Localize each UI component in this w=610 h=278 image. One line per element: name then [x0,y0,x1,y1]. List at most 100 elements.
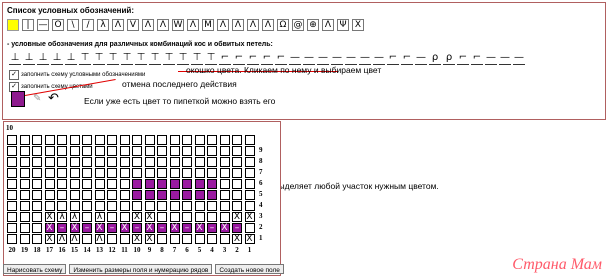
grid-cell[interactable] [207,168,217,178]
color-window[interactable] [11,91,25,107]
grid-cell[interactable] [157,234,167,244]
combo-symbol-button[interactable]: ⊤ [205,52,217,65]
grid-cell[interactable] [244,223,255,233]
grid-cell[interactable]: – [182,223,192,233]
grid-cell[interactable] [44,135,55,145]
grid-cell[interactable] [182,212,192,222]
grid-cell[interactable] [232,190,242,200]
grid-cell[interactable] [232,179,242,189]
combo-symbol-button[interactable]: — [289,52,301,65]
combo-symbol-button[interactable]: ⌐ [471,52,483,65]
grid-cell[interactable] [107,212,117,222]
combo-symbol-button[interactable]: ⊥ [9,52,21,65]
symbol-button[interactable]: Λ [217,19,229,31]
grid-cell[interactable] [169,157,180,167]
combo-symbol-button[interactable]: — [485,52,497,65]
grid-cell[interactable] [132,190,142,200]
combo-symbol-button[interactable]: ⌐ [275,52,287,65]
grid-cell[interactable] [157,190,167,200]
symbol-button[interactable]: — [37,19,49,31]
grid-cell[interactable] [19,223,30,233]
grid-cell[interactable] [94,157,105,167]
grid-cell[interactable] [69,201,80,211]
grid-cell[interactable] [32,212,42,222]
symbol-button[interactable]: Λ [247,19,259,31]
combo-symbol-button[interactable]: ⊥ [23,52,35,65]
grid-cell[interactable] [19,212,30,222]
new-field-button[interactable]: Создать новое поле [215,264,284,274]
symbol-button[interactable]: ⊕ [307,19,319,31]
grid-cell[interactable]: X [169,223,180,233]
grid-cell[interactable]: X [44,223,55,233]
grid-cell[interactable]: – [207,223,217,233]
grid-cell[interactable] [44,146,55,156]
grid-cell[interactable]: X [232,234,242,244]
grid-cell[interactable] [44,201,55,211]
grid-cell[interactable] [69,190,80,200]
grid-cell[interactable] [82,234,92,244]
grid-cell[interactable] [32,135,42,145]
grid-cell[interactable]: – [157,223,167,233]
grid-cell[interactable]: Λ [94,234,105,244]
grid-cell[interactable] [94,179,105,189]
grid-cell[interactable] [157,157,167,167]
grid-cell[interactable] [244,157,255,167]
grid-cell[interactable] [169,135,180,145]
grid-cell[interactable] [169,201,180,211]
grid-cell[interactable]: Λ [69,234,80,244]
grid-cell[interactable]: X [119,223,130,233]
grid-cell[interactable] [194,168,205,178]
grid-cell[interactable] [107,179,117,189]
grid-cell[interactable]: X [69,223,80,233]
grid-cell[interactable] [232,157,242,167]
grid-cell[interactable] [182,135,192,145]
grid-cell[interactable] [194,179,205,189]
grid-cell[interactable] [132,157,142,167]
grid-cell[interactable] [32,179,42,189]
combo-symbol-button[interactable]: ⊤ [121,52,133,65]
symbol-button[interactable]: / [82,19,94,31]
grid-cell[interactable] [182,157,192,167]
combo-symbol-button[interactable]: ⊤ [107,52,119,65]
undo-icon[interactable]: ↶ [48,91,59,106]
grid-cell[interactable] [169,212,180,222]
combo-symbol-button[interactable]: — [317,52,329,65]
grid-cell[interactable]: – [57,223,67,233]
grid-cell[interactable] [32,157,42,167]
grid-cell[interactable] [7,135,17,145]
grid-cell[interactable]: X [132,212,142,222]
grid-cell[interactable] [57,157,67,167]
symbol-button[interactable]: | [22,19,34,31]
grid-cell[interactable] [219,201,230,211]
grid-cell[interactable] [7,190,17,200]
grid-cell[interactable] [119,212,130,222]
grid-cell[interactable] [207,146,217,156]
symbol-button[interactable]: Ψ [337,19,349,31]
grid-cell[interactable] [144,157,155,167]
grid-cell[interactable] [82,146,92,156]
combo-symbol-button[interactable]: ⊤ [177,52,189,65]
grid-cell[interactable] [157,179,167,189]
symbol-button[interactable]: Λ [157,19,169,31]
combo-symbol-button[interactable]: ⌐ [247,52,259,65]
grid-cell[interactable] [157,212,167,222]
symbol-button[interactable]: O [52,19,64,31]
checkbox-box[interactable]: ✓ [9,70,19,80]
symbol-button[interactable]: W [172,19,184,31]
grid-cell[interactable] [169,179,180,189]
grid-cell[interactable] [169,190,180,200]
combo-symbol-button[interactable]: — [499,52,511,65]
grid-cell[interactable] [169,146,180,156]
resize-field-button[interactable]: Изменить размеры поля и нумерацию рядов [69,264,213,274]
symbol-button[interactable]: @ [292,19,304,31]
combo-symbol-button[interactable]: ρ [443,52,455,65]
grid-cell[interactable] [219,234,230,244]
grid-cell[interactable]: – [107,223,117,233]
symbol-button[interactable]: Λ [187,19,199,31]
grid-cell[interactable] [207,201,217,211]
symbol-button[interactable]: V [127,19,139,31]
combo-symbol-button[interactable]: ⊥ [51,52,63,65]
grid-cell[interactable]: X [132,234,142,244]
grid-cell[interactable] [7,223,17,233]
grid-cell[interactable] [119,168,130,178]
